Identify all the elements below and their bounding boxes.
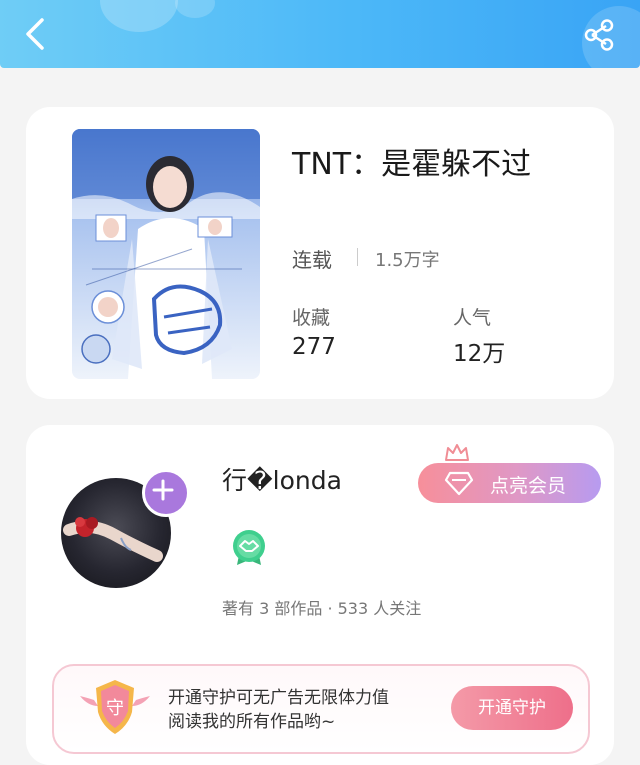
guard-promo-banner: 守 开通守护可无广告无限体力值 阅读我的所有作品哟~ 开通守护 (52, 664, 590, 754)
word-count: 1.5万字 (375, 250, 440, 271)
diamond-icon (444, 471, 474, 496)
author-card: 行�londa 点亮会员 著有 3 部作品 · 533 人关注 守 开通守护可无… (26, 425, 614, 765)
follow-author-button[interactable] (142, 469, 190, 517)
crown-icon (445, 444, 469, 461)
book-cover-image[interactable] (72, 129, 260, 379)
guard-promo-line2: 阅读我的所有作品哟~ (168, 712, 336, 732)
book-info-card: TNT：是霍躲不过 连载 1.5万字 收藏 277 人气 12万 (26, 107, 614, 399)
chevron-left-icon (26, 18, 44, 50)
top-bar (0, 0, 640, 68)
decor-bubble (175, 0, 215, 18)
share-button[interactable] (580, 16, 618, 54)
author-name: 行�londa (222, 466, 342, 495)
guard-promo-line1: 开通守护可无广告无限体力值 (168, 688, 389, 708)
guard-shield-icon: 守 (80, 680, 150, 734)
favorites-value: 277 (292, 334, 336, 360)
popularity-label: 人气 (453, 307, 492, 329)
favorites-label: 收藏 (292, 307, 331, 329)
handshake-badge-icon[interactable] (231, 529, 267, 567)
back-button[interactable] (18, 14, 52, 54)
divider (357, 248, 358, 266)
serial-status: 连载 (292, 248, 332, 272)
vip-button-label: 点亮会员 (490, 475, 567, 497)
author-works-followers: 著有 3 部作品 · 533 人关注 (222, 599, 422, 618)
plus-icon (152, 479, 174, 501)
decor-bubble (100, 0, 178, 32)
share-icon (584, 19, 614, 51)
open-guard-button[interactable]: 开通守护 (451, 686, 573, 730)
vip-member-button[interactable]: 点亮会员 (418, 463, 601, 503)
popularity-value: 12万 (453, 341, 506, 367)
guard-promo-text: 开通守护可无广告无限体力值 阅读我的所有作品哟~ (168, 686, 389, 734)
book-title: TNT：是霍躲不过 (292, 147, 532, 182)
guard-shield-char: 守 (106, 698, 124, 719)
